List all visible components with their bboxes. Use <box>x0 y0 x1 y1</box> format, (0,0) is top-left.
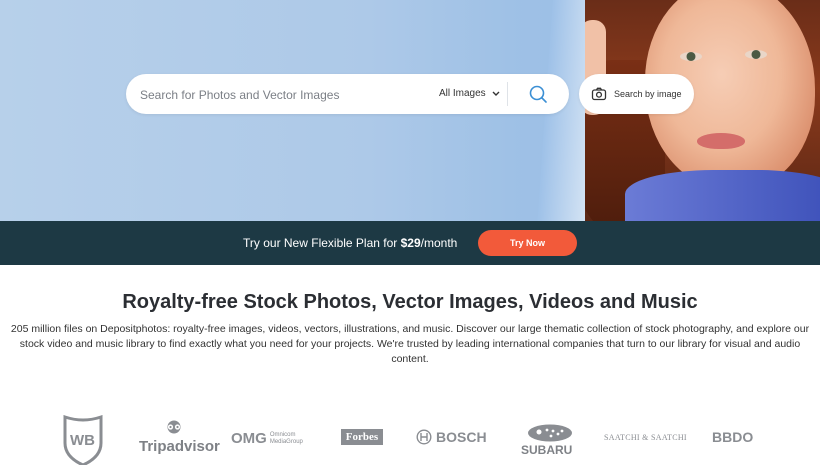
search-input[interactable] <box>138 74 422 116</box>
page-title: Royalty-free Stock Photos, Vector Images… <box>122 291 698 313</box>
hero-banner: All Images Search by image <box>0 0 820 221</box>
search-divider <box>507 82 508 106</box>
svg-text:WB: WB <box>70 432 95 449</box>
image-type-label: All Images <box>439 88 486 99</box>
search-by-image-button[interactable]: Search by image <box>579 74 694 114</box>
bbdo-logo: BBDO <box>712 429 754 445</box>
try-now-button[interactable]: Try Now <box>478 230 577 256</box>
bosch-armature-icon <box>416 429 432 445</box>
omnicom-logo: OMG Omnicom MediaGroup <box>231 430 303 447</box>
promo-price: $29 <box>400 236 421 250</box>
camera-icon <box>591 87 607 101</box>
search-bar: All Images <box>126 74 569 116</box>
image-type-dropdown[interactable]: All Images <box>439 74 500 114</box>
chevron-down-icon <box>492 91 500 96</box>
client-logos: WB Tripadvisor OMG Omnicom MediaGroup For… <box>0 410 820 465</box>
bosch-logo: BOSCH <box>416 429 487 445</box>
promo-bar: Try our New Flexible Plan for $29/month … <box>0 221 820 265</box>
saatchi-logo: SAATCHI & SAATCHI <box>604 433 687 442</box>
forbes-logo: Forbes <box>341 429 383 445</box>
promo-text: Try our New Flexible Plan for $29/month <box>243 236 458 250</box>
subaru-stars-icon <box>528 424 572 442</box>
search-icon[interactable] <box>524 80 552 108</box>
owl-icon <box>167 420 181 434</box>
search-by-image-label: Search by image <box>614 89 682 99</box>
warner-bros-logo: WB <box>63 415 103 465</box>
page-description: 205 million files on Depositphotos: roya… <box>10 323 810 365</box>
